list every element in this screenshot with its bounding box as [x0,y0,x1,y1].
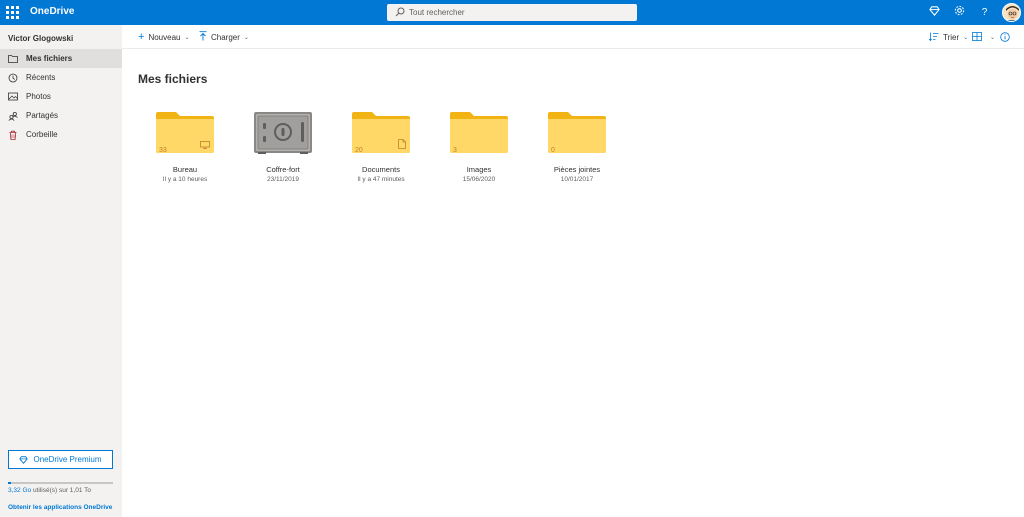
folder-icon [8,54,18,64]
sidebar-item-label: Récents [26,73,56,82]
search-box[interactable] [387,4,637,21]
command-bar: + Nouveau ⌄ Charger ⌄ Trier ⌄ ⌄ [122,25,1024,49]
storage-quota-text: 3,32 Go utilisé(s) sur 1,01 To [8,487,91,494]
tile-date: Il y a 10 heures [162,176,208,183]
folder-icon: 3 [448,111,510,157]
item-count: 20 [355,147,363,154]
sidebar-item-mes-fichiers[interactable]: Mes fichiers [0,49,122,68]
tile-date: 23/11/2019 [266,176,300,183]
sidebar-item-label: Photos [26,92,51,101]
app-launcher-icon[interactable] [6,6,19,19]
top-bar: OneDrive ? [0,0,1024,25]
tile-name: Images [466,165,492,174]
tile-date: Il y a 47 minutes [357,176,405,183]
tile-name: Bureau [172,165,198,174]
page-title: Mes fichiers [138,72,208,86]
tile-date: 10/01/2017 [560,176,594,183]
main-content: Mes fichiers 33 Bureau Il y a 10 heures [122,49,1024,517]
help-icon[interactable]: ? [977,5,992,20]
storage-used-link[interactable]: 3,32 Go [8,487,31,494]
folder-icon: 20 [350,111,412,157]
item-count: 3 [453,147,457,154]
upload-label: Charger [211,32,240,42]
sort-button[interactable]: Trier ⌄ [928,31,969,43]
plus-icon: + [138,31,145,43]
recycle-bin-icon [8,130,18,140]
diamond-icon [19,455,29,464]
sidebar: Victor Glogowski Mes fichiers Récents Ph… [0,25,122,517]
chevron-down-icon: ⌄ [243,34,249,41]
chevron-down-icon: ⌄ [990,34,996,41]
storage-quota-fill [8,482,12,484]
upload-button[interactable]: Charger ⌄ [199,31,249,43]
document-icon [398,136,406,154]
storage-total-text: utilisé(s) sur 1,01 To [31,487,91,494]
recent-icon [8,73,18,83]
vault-icon [252,111,314,157]
sidebar-item-label: Corbeille [26,130,58,139]
settings-gear-icon[interactable] [952,5,967,20]
premium-label: OneDrive Premium [33,455,102,464]
folder-icon: 33 [154,111,216,157]
avatar[interactable] [1002,3,1021,22]
vault-tile-coffre-fort[interactable]: Coffre-fort 23/11/2019 [238,111,328,183]
folder-tile-images[interactable]: 3 Images 15/06/2020 [434,111,524,183]
folder-tile-pieces-jointes[interactable]: 0 Pièces jointes 10/01/2017 [532,111,622,183]
view-options-button[interactable]: ⌄ [972,31,995,43]
tile-date: 15/06/2020 [462,176,496,183]
tile-name: Documents [362,165,400,174]
new-button[interactable]: + Nouveau ⌄ [138,31,190,43]
sidebar-item-label: Partagés [26,111,59,120]
sort-label: Trier [943,32,960,42]
search-icon [395,7,405,17]
folder-tile-bureau[interactable]: 33 Bureau Il y a 10 heures [140,111,230,183]
onedrive-premium-button[interactable]: OneDrive Premium [8,450,113,469]
desktop-icon [200,136,210,154]
user-name: Victor Glogowski [8,34,74,43]
app-title[interactable]: OneDrive [30,6,74,17]
folder-icon: 0 [546,111,608,157]
item-count: 0 [551,147,555,154]
sidebar-item-partages[interactable]: Partagés [0,106,122,125]
grid-view-icon [972,31,982,43]
shared-icon [8,111,18,121]
new-label: Nouveau [148,32,181,42]
upload-arrow-icon [199,31,207,43]
get-apps-link[interactable]: Obtenir les applications OneDrive [8,504,112,511]
chevron-down-icon: ⌄ [184,34,190,41]
info-button[interactable] [1000,31,1010,43]
sidebar-item-corbeille[interactable]: Corbeille [0,125,122,144]
item-count: 33 [159,147,167,154]
sidebar-item-recents[interactable]: Récents [0,68,122,87]
storage-quota-bar [8,482,113,484]
search-input[interactable] [409,6,629,19]
info-icon [1000,32,1010,42]
tile-name: Coffre-fort [266,165,300,174]
folder-tile-documents[interactable]: 20 Documents Il y a 47 minutes [336,111,426,183]
sidebar-item-label: Mes fichiers [26,54,73,63]
sidebar-item-photos[interactable]: Photos [0,87,122,106]
sidebar-nav: Mes fichiers Récents Photos Partagés Cor… [0,49,122,144]
sort-icon [928,32,939,43]
premium-diamond-icon[interactable] [927,5,942,20]
photo-icon [8,92,18,102]
tile-name: Pièces jointes [553,165,601,174]
chevron-down-icon: ⌄ [963,34,969,41]
